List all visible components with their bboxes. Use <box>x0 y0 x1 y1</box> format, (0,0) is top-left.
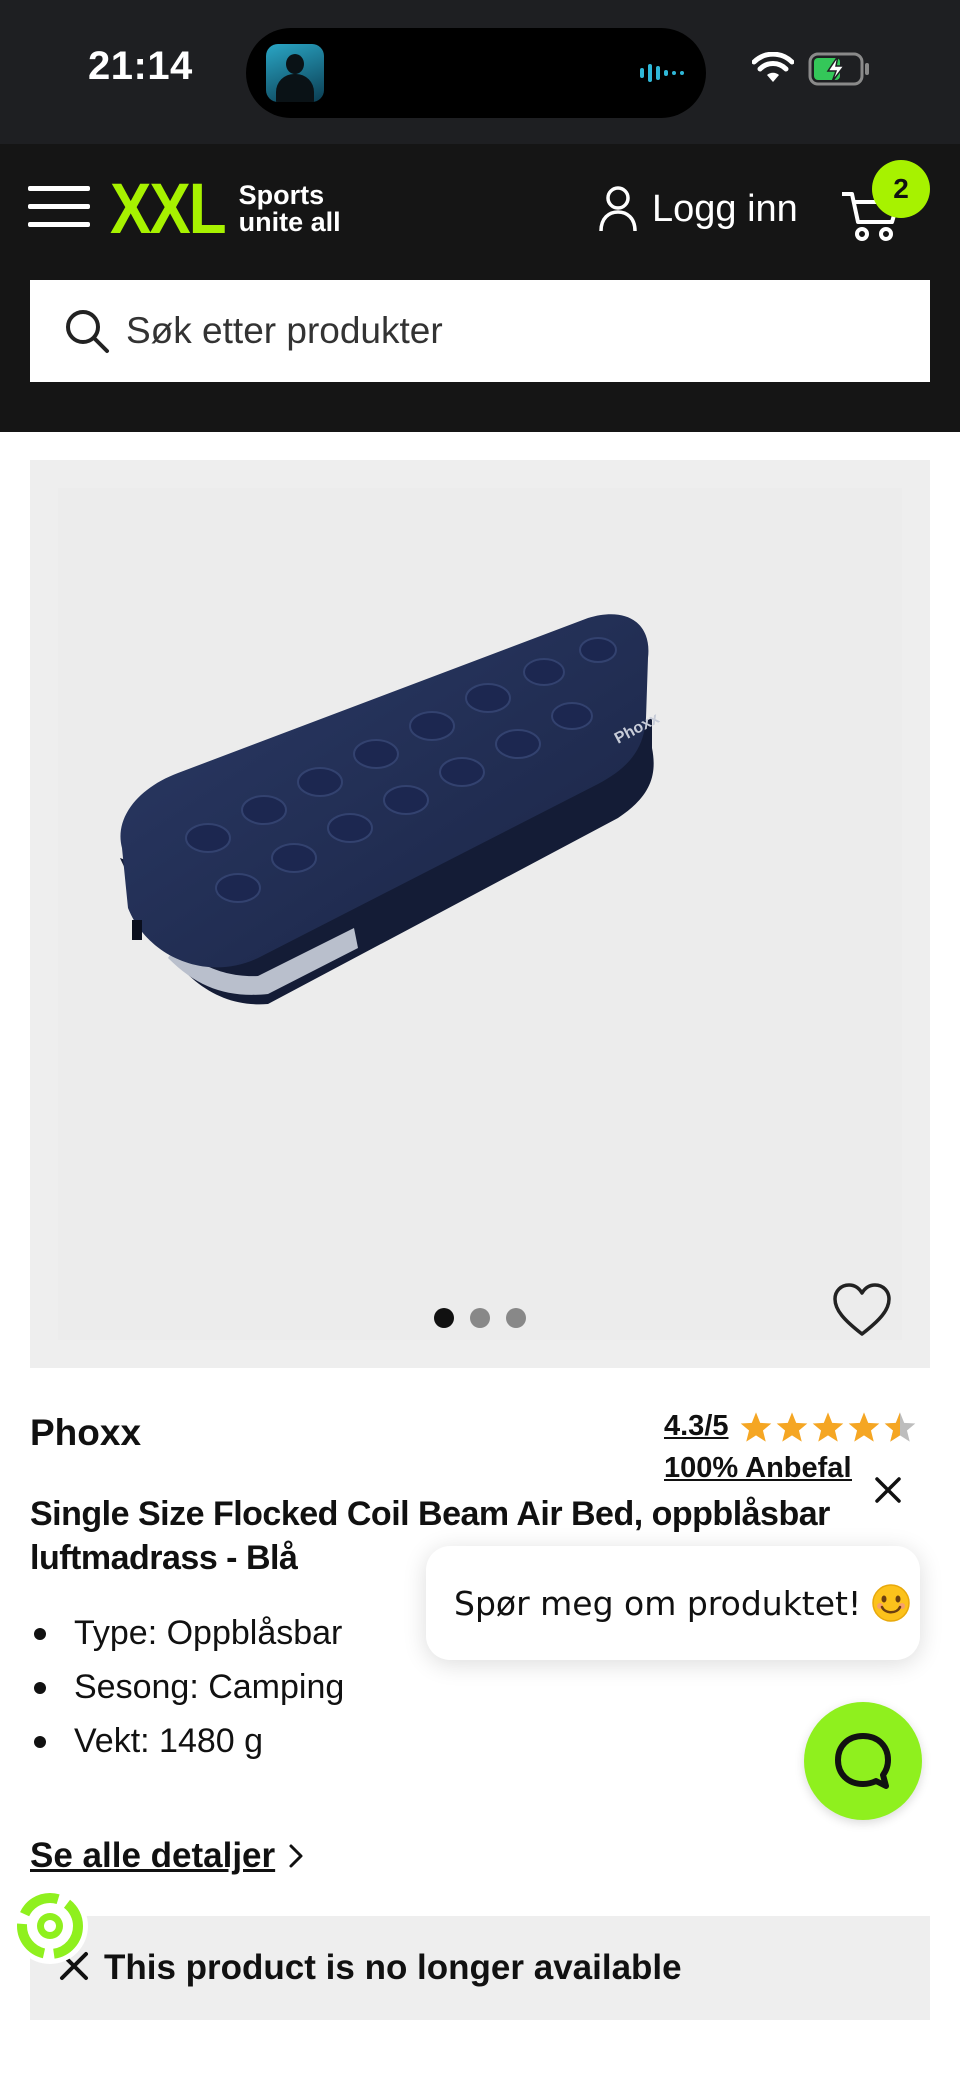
see-all-details-link[interactable]: Se alle detaljer <box>30 1836 309 1876</box>
chat-launcher-button[interactable] <box>804 1702 922 1820</box>
recommend-rate-link[interactable]: 100% Anbefaler <box>664 1452 852 1485</box>
now-playing-thumbnail <box>266 44 324 102</box>
login-button[interactable]: Logg inn <box>598 184 798 234</box>
spec-item: Vekt: 1480 g <box>30 1714 344 1768</box>
site-header: XXL Sports unite all Logg inn 2 Søk ette… <box>0 144 960 432</box>
product-image: Phoxx <box>58 488 902 1340</box>
air-mattress-image: Phoxx <box>120 614 662 1005</box>
star-icon <box>776 1411 807 1442</box>
chat-prompt-text: Spør meg om produktet! <box>454 1583 862 1623</box>
chat-prompt-bubble[interactable]: Spør meg om produktet! <box>426 1546 920 1660</box>
dynamic-island <box>246 28 706 118</box>
status-time: 21:14 <box>88 44 193 88</box>
eco-badge[interactable] <box>12 1888 88 1964</box>
user-icon <box>599 186 637 232</box>
details-link-label: Se alle detaljer <box>30 1836 276 1875</box>
product-image-gallery[interactable]: Phoxx <box>30 460 930 1368</box>
rating-value: 4.3/5 <box>664 1410 729 1442</box>
heart-icon[interactable] <box>832 1282 892 1338</box>
menu-icon[interactable] <box>28 184 90 230</box>
gallery-pagination <box>434 1308 526 1328</box>
product-brand[interactable]: Phoxx <box>30 1412 141 1454</box>
product-specs-list: Type: Oppblåsbar Sesong: Camping Vekt: 1… <box>30 1606 344 1768</box>
logo-wordmark: XXL <box>110 169 227 249</box>
rating-stars <box>739 1411 917 1443</box>
product-title-line1: Single Size Flocked Coil Beam Air Bed, o… <box>30 1495 830 1533</box>
eco-icon <box>17 1893 83 1959</box>
gallery-dot-2[interactable] <box>470 1308 490 1328</box>
audio-wave-icon <box>640 64 684 82</box>
unavailable-text: This product is no longer available <box>104 1948 682 1987</box>
wifi-icon <box>752 52 794 82</box>
star-icon <box>740 1411 771 1442</box>
smile-emoji-icon <box>872 1584 910 1622</box>
star-icon <box>848 1411 879 1442</box>
search-icon <box>66 310 109 353</box>
chat-close-icon[interactable] <box>868 1470 908 1510</box>
logo-tagline: Sports unite all <box>239 182 341 236</box>
login-label: Logg inn <box>652 187 798 230</box>
spec-item: Type: Oppblåsbar <box>30 1606 344 1660</box>
star-half-icon <box>884 1411 915 1442</box>
cart-count-badge: 2 <box>872 160 930 218</box>
chat-icon <box>835 1733 891 1789</box>
search-placeholder: Søk etter produkter <box>126 310 443 351</box>
star-icon <box>812 1411 843 1442</box>
spec-item: Sesong: Camping <box>30 1660 344 1714</box>
status-bar: 21:14 <box>0 0 960 144</box>
search-input[interactable]: Søk etter produkter <box>30 280 930 382</box>
gallery-dot-1[interactable] <box>434 1308 454 1328</box>
chevron-right-icon <box>289 1844 303 1868</box>
gallery-dot-3[interactable] <box>506 1308 526 1328</box>
battery-icon <box>808 52 869 86</box>
product-rating[interactable]: 4.3/5 <box>664 1410 917 1443</box>
logo-tagline-line1: Sports <box>238 180 325 210</box>
xxl-logo[interactable]: XXL Sports unite all <box>110 169 341 248</box>
logo-tagline-line2: unite all <box>238 207 341 237</box>
unavailable-notice: This product is no longer available <box>30 1916 930 2020</box>
